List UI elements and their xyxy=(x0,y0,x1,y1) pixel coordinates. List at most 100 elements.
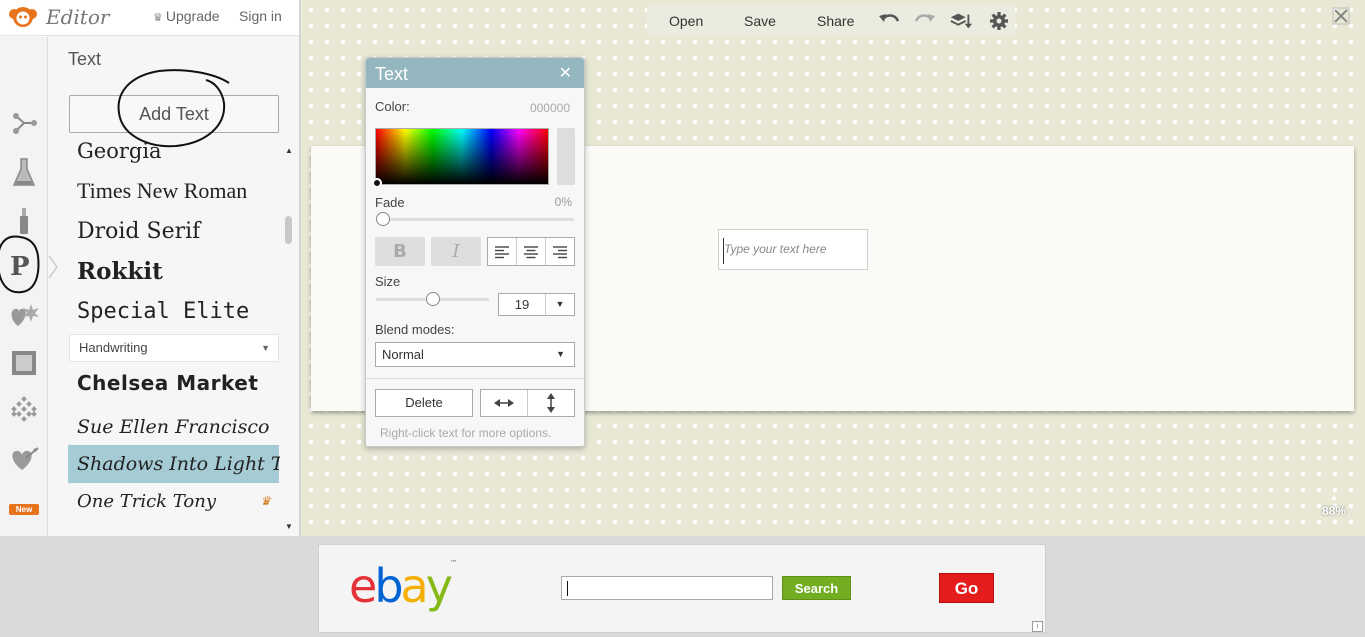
app-brand: Editor xyxy=(46,5,110,29)
size-slider-knob[interactable] xyxy=(426,292,440,306)
bold-button[interactable]: B xyxy=(375,237,425,266)
touch-up-icon[interactable] xyxy=(8,205,40,237)
font-item-times-new-roman[interactable]: Times New Roman xyxy=(68,172,279,210)
grayscale-strip[interactable] xyxy=(557,128,575,185)
blend-mode-select[interactable]: Normal ▼ xyxy=(375,342,575,367)
frames-icon[interactable] xyxy=(8,347,40,379)
font-category-select[interactable]: Handwriting ▼ xyxy=(69,334,279,362)
fade-label: Fade xyxy=(375,195,405,210)
font-item-special-elite[interactable]: Special Elite xyxy=(68,292,279,330)
align-center-button[interactable] xyxy=(517,238,546,265)
new-badge: New xyxy=(9,504,39,515)
size-select[interactable]: 19 ▼ xyxy=(498,293,575,316)
flip-vertical-button[interactable] xyxy=(528,390,574,416)
delete-button[interactable]: Delete xyxy=(375,389,473,417)
blend-modes-label: Blend modes: xyxy=(375,322,455,337)
svg-text:P: P xyxy=(10,252,30,282)
scroll-up-icon[interactable]: ▲ xyxy=(285,146,293,155)
close-icon[interactable]: ✕ xyxy=(559,63,572,83)
scroll-thumb[interactable] xyxy=(285,216,292,244)
font-list: Georgia Times New Roman Droid Serif Rokk… xyxy=(68,138,280,536)
font-item-shadows-into-light-two[interactable]: Shadows Into Light Two xyxy=(68,445,280,483)
font-item-georgia[interactable]: Georgia xyxy=(68,138,279,170)
color-spectrum[interactable] xyxy=(372,128,549,188)
ad-search-button[interactable]: Search xyxy=(782,576,851,600)
font-item-sue-ellen-francisco[interactable]: Sue Ellen Francisco xyxy=(68,408,279,446)
filters-icon[interactable] xyxy=(8,157,40,189)
sidebar: Editor ♛ Upgrade Sign in P New Text Add … xyxy=(0,0,300,536)
redo-icon[interactable] xyxy=(913,10,937,32)
ad-bar: ebay™ Search Go i xyxy=(0,536,1365,637)
ebay-logo-letter: b xyxy=(374,559,403,613)
adchoices-icon[interactable]: i xyxy=(1032,621,1043,632)
active-tool-pointer xyxy=(48,255,58,279)
size-value: 19 xyxy=(499,294,546,315)
layers-icon[interactable] xyxy=(949,10,973,32)
font-item-rokkit[interactable]: Rokkit xyxy=(68,252,279,290)
align-right-icon xyxy=(553,245,567,258)
font-item-droid-serif[interactable]: Droid Serif xyxy=(68,212,279,250)
canvas-text-placeholder: Type your text here xyxy=(724,242,827,256)
save-button[interactable]: Save xyxy=(744,13,776,29)
crown-icon: ♛ xyxy=(153,12,163,24)
divider xyxy=(366,378,584,379)
zoom-up-icon[interactable]: ▲ xyxy=(1319,492,1349,502)
ad-go-button[interactable]: Go xyxy=(939,573,994,603)
textures-icon[interactable] xyxy=(8,395,40,427)
text-dialog-title: Text xyxy=(375,64,409,84)
canvas-text-box[interactable]: Type your text here xyxy=(718,229,868,270)
settings-icon[interactable] xyxy=(987,10,1011,32)
ad-search-input[interactable] xyxy=(561,576,773,600)
fade-slider-knob[interactable] xyxy=(376,212,390,226)
open-button[interactable]: Open xyxy=(669,13,703,29)
overlays-icon[interactable] xyxy=(8,300,40,332)
color-hex-input[interactable]: 000000 xyxy=(530,101,570,115)
tool-rail: P New xyxy=(0,37,48,536)
close-icon[interactable] xyxy=(1332,7,1350,25)
italic-button[interactable]: I xyxy=(431,237,481,266)
font-category-value: Handwriting xyxy=(79,340,148,355)
fade-slider-track[interactable] xyxy=(376,218,574,221)
align-center-icon xyxy=(524,245,538,258)
fade-value: 0% xyxy=(554,195,572,209)
ebay-ad[interactable]: ebay™ Search Go i xyxy=(318,544,1046,633)
share-button[interactable]: Share xyxy=(817,13,854,29)
align-left-button[interactable] xyxy=(488,238,517,265)
seasonal-icon[interactable] xyxy=(8,443,40,475)
color-label: Color: xyxy=(375,99,410,114)
ebay-logo[interactable]: ebay™ xyxy=(349,559,457,613)
ebay-logo-letter: e xyxy=(349,559,377,613)
color-picker-knob[interactable] xyxy=(372,178,382,188)
effects-icon[interactable] xyxy=(8,107,40,139)
chevron-down-icon: ▼ xyxy=(555,299,565,309)
font-item-chelsea-market[interactable]: Chelsea Market xyxy=(68,364,279,402)
scroll-down-icon[interactable]: ▼ xyxy=(285,522,293,531)
zoom-control[interactable]: ▲ 88% xyxy=(1319,492,1349,520)
add-text-button[interactable]: Add Text xyxy=(69,95,279,133)
align-right-button[interactable] xyxy=(546,238,574,265)
panel-title: Text xyxy=(68,49,102,69)
flip-group xyxy=(480,389,575,417)
font-list-scrollbar[interactable]: ▲ ▼ xyxy=(283,146,295,536)
upgrade-link[interactable]: ♛ Upgrade xyxy=(153,8,220,24)
dialog-hint: Right-click text for more options. xyxy=(380,426,552,440)
monkey-logo-icon[interactable] xyxy=(8,5,38,29)
sign-in-link[interactable]: Sign in xyxy=(239,8,282,24)
ebay-logo-letter: y xyxy=(425,559,453,613)
trademark-mark: ™ xyxy=(449,559,457,567)
flip-vertical-icon xyxy=(547,393,555,413)
size-label: Size xyxy=(375,274,401,289)
alignment-group xyxy=(487,237,575,266)
chevron-down-icon: ▼ xyxy=(556,349,565,359)
blend-mode-value: Normal xyxy=(382,347,424,362)
font-item-label: One Trick Tony xyxy=(77,490,217,512)
flip-horizontal-button[interactable] xyxy=(481,390,528,416)
chevron-down-icon: ▼ xyxy=(261,343,270,353)
text-tool-icon[interactable]: P xyxy=(0,235,40,294)
undo-icon[interactable] xyxy=(877,10,901,32)
text-dialog-header[interactable]: Text ✕ xyxy=(366,58,584,88)
font-item-one-trick-tony[interactable]: One Trick Tony ♛ xyxy=(68,482,279,520)
editor-toolbar: Open Save Share xyxy=(647,5,1015,36)
ebay-logo-letter: a xyxy=(400,559,429,613)
align-left-icon xyxy=(495,245,509,258)
